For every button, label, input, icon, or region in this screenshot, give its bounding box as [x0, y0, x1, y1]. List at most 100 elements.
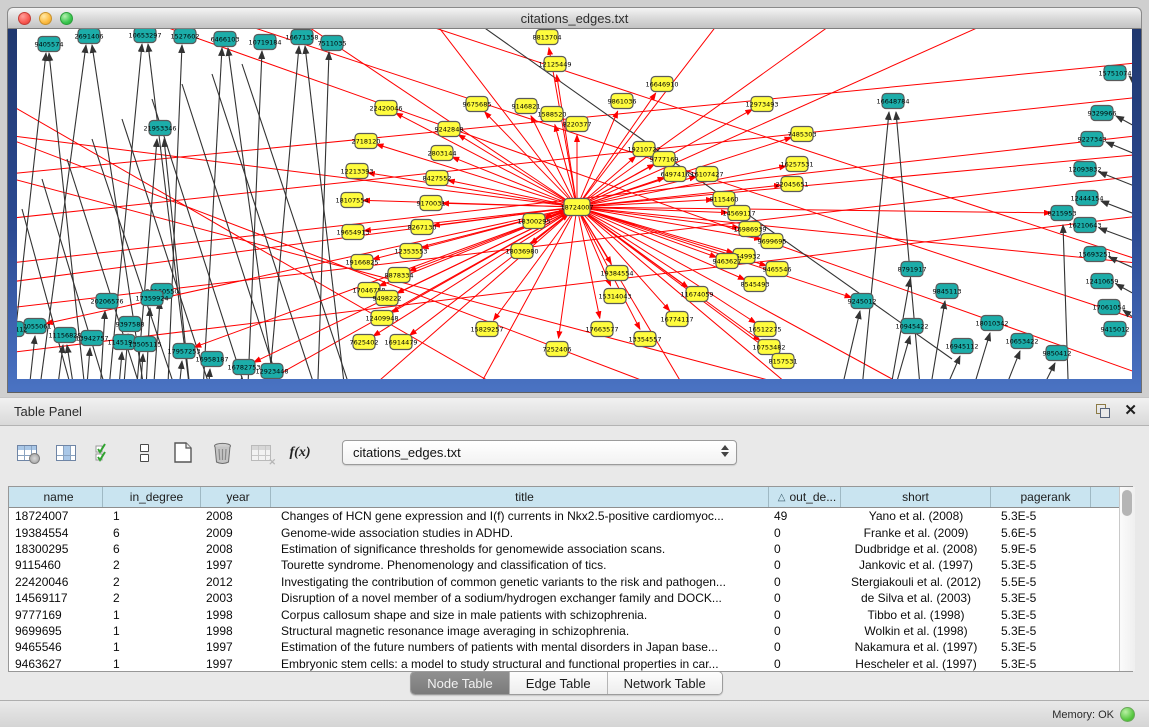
column-header-pagerank[interactable]: pagerank — [991, 487, 1091, 507]
graph-node[interactable]: 21953346 — [143, 121, 176, 136]
float-panel-icon[interactable] — [1096, 404, 1110, 418]
table-row[interactable]: 1456911722003Disruption of a novel membe… — [9, 590, 1119, 606]
memory-status[interactable]: Memory: OK — [1052, 707, 1135, 722]
column-header-name[interactable]: name — [9, 487, 103, 507]
graph-node[interactable]: 18010342 — [975, 316, 1008, 331]
graph-node[interactable]: 2718120 — [352, 134, 381, 149]
graph-node[interactable]: 8813704 — [533, 30, 562, 45]
graph-node[interactable]: 9405574 — [35, 37, 64, 52]
graph-node[interactable]: 16774117 — [660, 312, 693, 327]
scrollbar-thumb[interactable] — [1122, 490, 1132, 516]
graph-node[interactable]: 12213393 — [340, 164, 373, 179]
graph-node[interactable]: 9170031 — [417, 196, 446, 211]
function-builder-icon[interactable]: f(x) — [287, 441, 313, 465]
graph-node[interactable]: 9850412 — [1043, 346, 1072, 361]
graph-node[interactable]: 16671358 — [285, 30, 318, 45]
graph-node[interactable]: 6466103 — [211, 32, 240, 47]
graph-node[interactable]: 16257531 — [780, 157, 813, 172]
graph-node[interactable]: 9146821 — [512, 99, 541, 114]
graph-node[interactable]: 9115460 — [710, 192, 739, 207]
graph-node[interactable]: 16512275 — [748, 322, 781, 337]
tab-node-table[interactable]: Node Table — [411, 672, 510, 694]
graph-node[interactable]: 9861036 — [608, 94, 637, 109]
table-mode-icon[interactable] — [14, 441, 40, 465]
tab-edge-table[interactable]: Edge Table — [510, 672, 608, 694]
graph-node[interactable]: 8427552 — [423, 171, 452, 186]
table-row[interactable]: 946554611997Estimation of the future num… — [9, 639, 1119, 655]
network-table-selector[interactable]: citations_edges.txt — [342, 440, 737, 465]
graph-node[interactable]: 9777169 — [650, 152, 679, 167]
graph-node[interactable]: 8220377 — [563, 117, 592, 132]
graph-node[interactable]: 1588520 — [538, 107, 567, 122]
graph-node[interactable]: 8791917 — [898, 262, 927, 277]
graph-node[interactable]: 15751074 — [1098, 66, 1131, 81]
graph-node[interactable]: 12444154 — [1070, 191, 1103, 206]
delete-table-icon[interactable]: ✕ — [248, 441, 274, 465]
graph-node[interactable]: 9845113 — [933, 284, 962, 299]
graph-node[interactable]: 8545493 — [741, 277, 770, 292]
table-row[interactable]: 1830029562008Estimation of significance … — [9, 541, 1119, 557]
graph-node[interactable]: 9415012 — [1101, 322, 1130, 337]
table-row[interactable]: 1872400712008Changes of HCN gene express… — [9, 508, 1119, 524]
column-header-title[interactable]: title — [271, 487, 769, 507]
close-panel-icon[interactable]: ✕ — [1124, 404, 1137, 418]
graph-node[interactable]: 9227343 — [1078, 132, 1107, 147]
graph-node[interactable]: 9699695 — [758, 234, 787, 249]
graph-node[interactable]: 2803144 — [428, 146, 457, 161]
column-header-short[interactable]: short — [841, 487, 991, 507]
graph-node[interactable]: 17061054 — [1092, 300, 1125, 315]
graph-node[interactable]: 12093832 — [1068, 162, 1101, 177]
column-header-in_degree[interactable]: in_degree — [103, 487, 201, 507]
table-scrollbar[interactable] — [1119, 487, 1135, 671]
graph-node[interactable]: 1527602 — [171, 29, 200, 44]
graph-node[interactable]: 15829257 — [470, 322, 503, 337]
table-row[interactable]: 977716911998Corpus callosum shape and si… — [9, 606, 1119, 622]
graph-node[interactable]: 8215953 — [1048, 206, 1077, 221]
graph-node[interactable]: 8157531 — [769, 354, 798, 369]
graph-node[interactable]: 16210643 — [1068, 218, 1101, 233]
graph-node[interactable]: 18724007 — [560, 199, 593, 216]
table-row[interactable]: 911546021997Tourette syndrome. Phenomeno… — [9, 557, 1119, 573]
network-canvas[interactable]: 18724007 22420046 2718120 12213393 9242848 28… — [17, 29, 1132, 379]
graph-node[interactable]: 9675685 — [463, 97, 492, 112]
column-header-year[interactable]: year — [201, 487, 271, 507]
graph-node[interactable]: 8878334 — [385, 268, 414, 283]
graph-node[interactable]: 10653297 — [128, 29, 161, 43]
graph-node[interactable]: 16945112 — [945, 339, 978, 354]
graph-node[interactable]: 9463627 — [713, 254, 742, 269]
create-column-icon[interactable] — [170, 441, 196, 465]
window-titlebar[interactable]: citations_edges.txt — [7, 7, 1142, 29]
graph-node[interactable]: 20206576 — [90, 294, 123, 309]
graph-node[interactable]: 7625402 — [350, 335, 379, 350]
graph-node[interactable]: 22045651 — [775, 177, 808, 192]
graph-node[interactable]: 16648784 — [876, 94, 909, 109]
graph-node[interactable]: 7252406 — [543, 342, 572, 357]
graph-node[interactable]: 9397588 — [116, 317, 145, 332]
graph-node[interactable]: 8267130 — [408, 220, 437, 235]
graph-node[interactable]: 7511035 — [318, 36, 347, 51]
graph-node[interactable]: 18107554 — [335, 193, 368, 208]
tab-network-table[interactable]: Network Table — [608, 672, 722, 694]
table-row[interactable]: 946362711997Embryonic stem cells: a mode… — [9, 656, 1119, 671]
graph-node[interactable]: 7485303 — [788, 127, 817, 142]
table-row[interactable]: 969969511998Structural magnetic resonanc… — [9, 623, 1119, 639]
row-height-icon[interactable] — [131, 441, 157, 465]
graph-node[interactable]: 16646910 — [645, 77, 678, 92]
graph-node[interactable]: 19654913 — [336, 225, 369, 240]
graph-node[interactable]: 2691406 — [75, 29, 104, 44]
graph-node[interactable]: 9245012 — [848, 294, 877, 309]
select-columns-icon[interactable] — [92, 441, 118, 465]
graph-node[interactable]: 14569117 — [722, 206, 755, 221]
graph-node[interactable]: 12410659 — [1085, 274, 1118, 289]
column-header-out_de[interactable]: △out_de... — [769, 487, 841, 507]
graph-node[interactable]: 9242848 — [435, 122, 464, 137]
graph-node[interactable]: 22420046 — [369, 101, 402, 116]
show-columns-icon[interactable] — [53, 441, 79, 465]
graph-node[interactable]: 17663577 — [585, 322, 618, 337]
graph-node[interactable]: 9465546 — [763, 262, 792, 277]
graph-node[interactable]: 6497416 — [661, 167, 690, 182]
graph-node[interactable]: 11674059 — [680, 287, 713, 302]
table-row[interactable]: 1938455462009Genome-wide association stu… — [9, 524, 1119, 540]
table-row[interactable]: 2242004622012Investigating the contribut… — [9, 574, 1119, 590]
graph-node[interactable]: 10719184 — [248, 35, 281, 50]
